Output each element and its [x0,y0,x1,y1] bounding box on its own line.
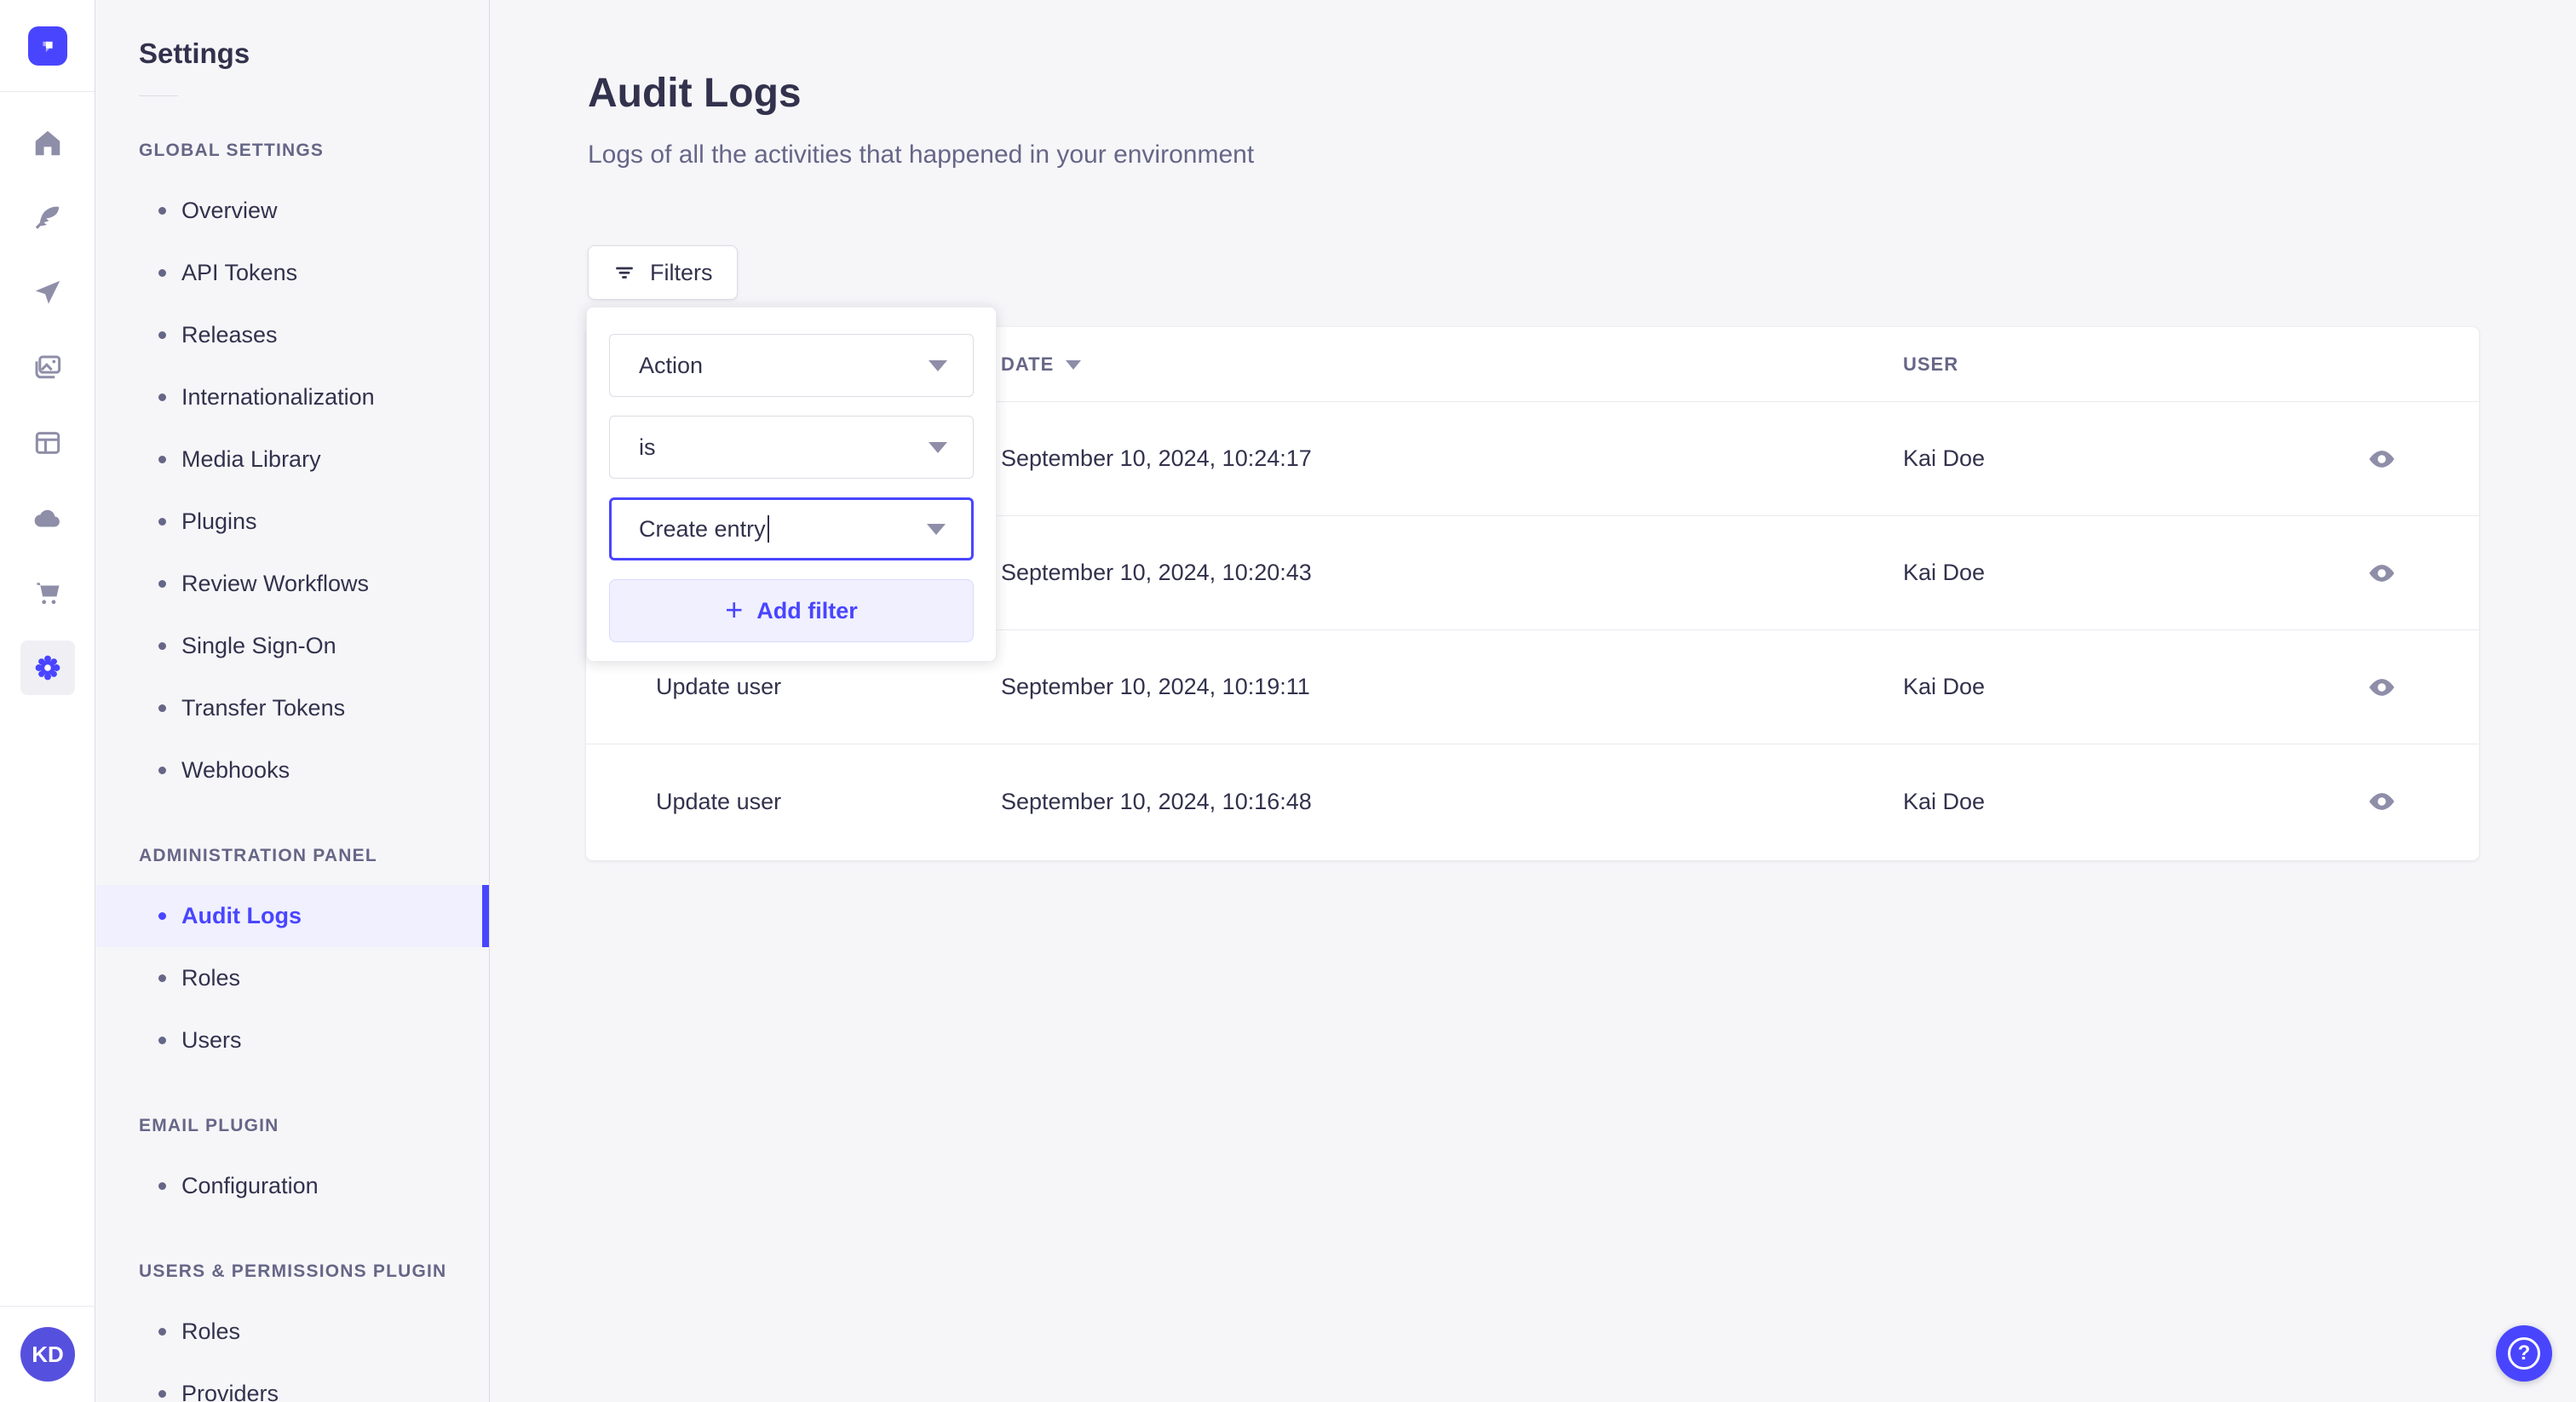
question-mark-icon: ? [2508,1337,2540,1370]
home-icon[interactable] [20,116,75,170]
sidebar-item-transfer-tokens[interactable]: Transfer Tokens [96,677,489,739]
subnav-divider [139,95,178,96]
sidebar-item-overview[interactable]: Overview [96,180,489,242]
main-content: Audit Logs Logs of all the activities th… [491,0,2576,1402]
sidebar-item-internationalization[interactable]: Internationalization [96,366,489,428]
cloud-icon[interactable] [20,491,75,545]
text-cursor [767,515,769,543]
bullet-icon [158,269,166,277]
cell-user: Kai Doe [1903,788,1986,814]
bullet-icon [158,974,166,982]
section-label-users-permissions-plugin: USERS & PERMISSIONS PLUGIN [139,1261,447,1281]
sort-desc-icon [1066,359,1082,370]
bullet-icon [158,1182,166,1190]
sidebar-item-webhooks[interactable]: Webhooks [96,739,489,802]
chevron-down-icon [929,441,947,453]
icon-rail: KD [0,0,95,1402]
sidebar-item-providers[interactable]: Providers [96,1363,489,1402]
subnav-title: Settings [139,37,250,69]
eye-icon [2369,450,2395,468]
bullet-icon [158,394,166,401]
bullet-icon [158,1037,166,1044]
user-avatar[interactable]: KD [20,1327,75,1382]
bullet-icon [158,207,166,215]
eye-icon [2369,793,2395,810]
layout-icon[interactable] [20,416,75,470]
rail-divider [0,91,95,92]
sidebar-item-admin-roles[interactable]: Roles [96,947,489,1009]
filter-operator-select[interactable]: is [609,416,974,479]
section-label-email-plugin: EMAIL PLUGIN [139,1116,279,1135]
sidebar-item-up-roles[interactable]: Roles [96,1301,489,1363]
view-log-button[interactable] [2351,744,2412,859]
cell-user: Kai Doe [1903,674,1986,699]
strapi-admin-app: KD Settings GLOBAL SETTINGS Overview API… [0,0,2576,1402]
feather-icon[interactable] [20,191,75,245]
section-label-global-settings: GLOBAL SETTINGS [139,141,325,160]
filters-button[interactable]: Filters [588,245,738,300]
chevron-down-icon [927,523,946,535]
sidebar-item-review-workflows[interactable]: Review Workflows [96,553,489,615]
filter-value-combobox[interactable]: Create entry [609,497,974,560]
eye-icon [2369,564,2395,582]
cell-date: September 10, 2024, 10:24:17 [1001,445,1312,471]
page-subtitle: Logs of all the activities that happened… [588,141,1255,169]
rail-footer: KD [0,1306,95,1402]
filter-popover: Action is Create entry + Add filter [586,307,997,662]
bullet-icon [158,912,166,920]
eye-icon [2369,678,2395,696]
view-log-button[interactable] [2351,630,2412,744]
sidebar-item-single-sign-on[interactable]: Single Sign-On [96,615,489,677]
strapi-logo-icon [42,41,53,53]
section-label-administration-panel: ADMINISTRATION PANEL [139,846,377,865]
page-title: Audit Logs [588,71,802,116]
chevron-down-icon [929,359,947,371]
strapi-logo[interactable] [27,26,67,66]
view-log-button[interactable] [2351,516,2412,629]
bullet-icon [158,331,166,339]
bullet-icon [158,642,166,650]
cell-user: Kai Doe [1903,560,1986,585]
plus-icon: + [725,591,744,627]
cell-action: Update user [656,788,782,814]
bullet-icon [158,580,166,588]
filter-icon [616,267,633,279]
bullet-icon [158,1328,166,1336]
bullet-icon [158,704,166,712]
settings-gear-icon[interactable] [20,641,75,695]
column-header-date[interactable]: DATE [1001,327,1082,402]
filters-button-label: Filters [650,259,713,285]
bullet-icon [158,767,166,774]
sidebar-item-api-tokens[interactable]: API Tokens [96,242,489,304]
sidebar-item-releases[interactable]: Releases [96,304,489,366]
bullet-icon [158,456,166,463]
cell-user: Kai Doe [1903,445,1986,471]
column-header-user: USER [1903,353,1959,375]
bullet-icon [158,518,166,526]
media-library-icon[interactable] [20,341,75,395]
settings-subnav: Settings GLOBAL SETTINGS Overview API To… [96,0,490,1402]
add-filter-button[interactable]: + Add filter [609,579,974,642]
cell-date: September 10, 2024, 10:20:43 [1001,560,1312,585]
sidebar-item-plugins[interactable]: Plugins [96,491,489,553]
view-log-button[interactable] [2351,402,2412,515]
sidebar-item-users[interactable]: Users [96,1009,489,1072]
sidebar-item-configuration[interactable]: Configuration [96,1155,489,1217]
cart-icon[interactable] [20,566,75,620]
bullet-icon [158,1390,166,1398]
cell-date: September 10, 2024, 10:16:48 [1001,788,1312,814]
sidebar-item-media-library[interactable]: Media Library [96,428,489,491]
cell-date: September 10, 2024, 10:19:11 [1001,674,1310,699]
filter-field-select[interactable]: Action [609,334,974,397]
table-row: Update user September 10, 2024, 10:16:48… [586,744,2479,859]
help-button[interactable]: ? [2496,1325,2552,1382]
send-icon[interactable] [20,266,75,320]
sidebar-item-audit-logs[interactable]: Audit Logs [96,885,489,947]
